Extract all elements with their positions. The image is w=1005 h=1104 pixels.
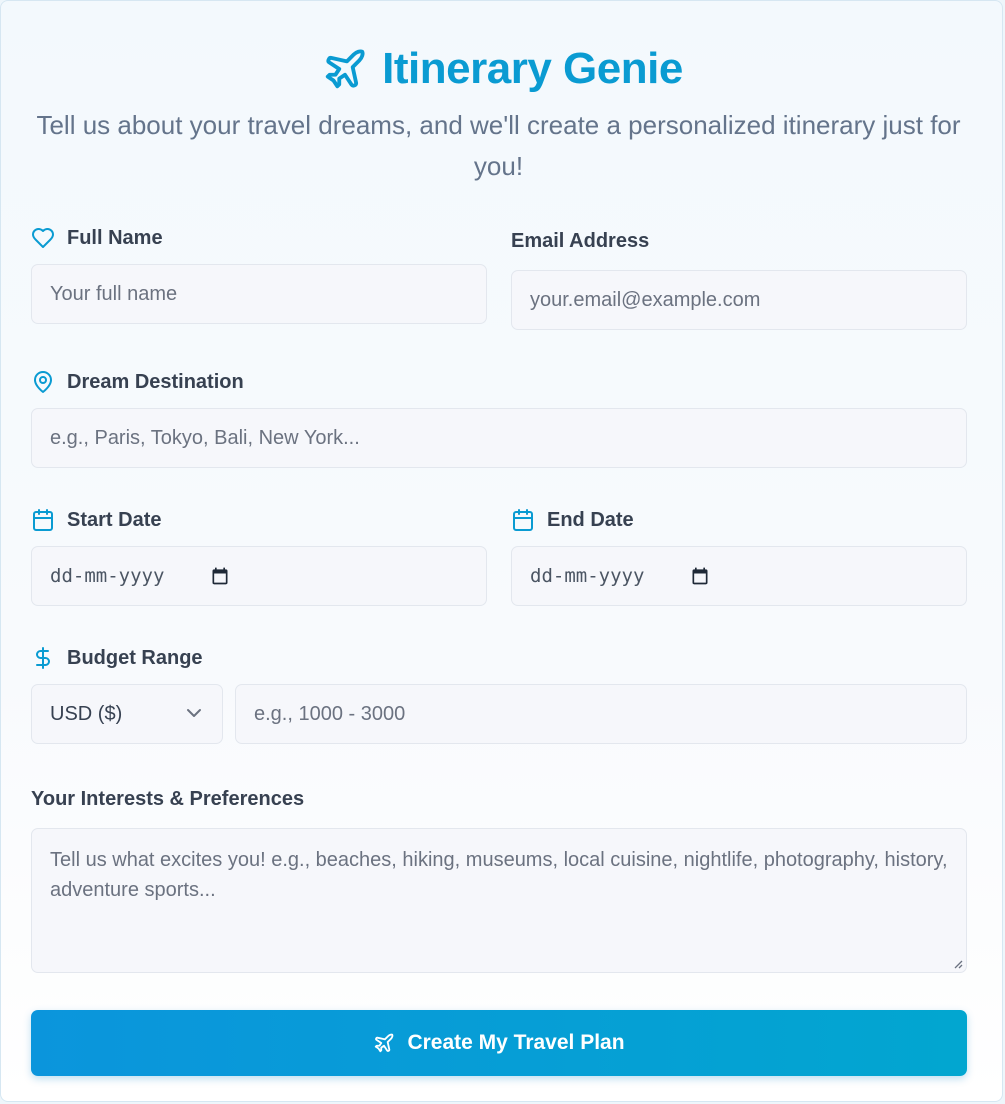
destination-placeholder: e.g., Paris, Tokyo, Bali, New York... [50, 426, 360, 449]
start-date-label: Start Date [31, 508, 161, 532]
full-name-label-text: Full Name [67, 226, 163, 249]
dollar-icon [36, 647, 50, 669]
email-label-text: Email Address [511, 230, 650, 252]
destination-label-text: Dream Destination [67, 370, 244, 393]
interests-label: Your Interests & Preferences [31, 788, 304, 811]
itinerary-form-card: Itinerary Genie Tell us about your trave… [0, 0, 1003, 1102]
currency-select[interactable]: USD ($) [31, 684, 223, 744]
plane-icon [375, 1033, 394, 1053]
full-name-label: Full Name [31, 226, 163, 250]
email-placeholder: your.email@example.com [530, 288, 761, 311]
plane-icon [326, 49, 365, 89]
budget-label: Budget Range [31, 646, 203, 670]
end-date-placeholder: dd-mm-yyyy [530, 565, 645, 587]
start-date-placeholder: dd-mm-yyyy [50, 565, 165, 587]
end-date-label: End Date [511, 508, 634, 532]
budget-amount-input[interactable]: e.g., 1000 - 3000 [235, 684, 967, 744]
create-travel-plan-button[interactable]: Create My Travel Plan [31, 1010, 967, 1076]
interests-placeholder: Tell us what excites you! e.g., beaches,… [50, 849, 948, 901]
email-label: Email Address [511, 230, 649, 253]
resize-handle-icon[interactable] [951, 957, 963, 969]
heart-icon [32, 228, 54, 248]
full-name-input[interactable]: Your full name [31, 264, 487, 324]
interests-textarea[interactable]: Tell us what excites you! e.g., beaches,… [31, 828, 967, 973]
destination-label: Dream Destination [31, 370, 244, 394]
map-pin-icon [34, 371, 52, 393]
interests-label-text: Your Interests & Preferences [31, 788, 305, 810]
calendar-picker-icon[interactable] [210, 566, 230, 586]
email-input[interactable]: your.email@example.com [511, 270, 967, 330]
full-name-placeholder: Your full name [50, 282, 178, 305]
calendar-picker-icon[interactable] [690, 566, 710, 586]
end-date-label-text: End Date [547, 508, 634, 531]
chevron-down-icon [187, 709, 201, 717]
budget-label-text: Budget Range [67, 646, 203, 669]
create-travel-plan-label: Create My Travel Plan [407, 1031, 625, 1054]
start-date-input[interactable]: dd-mm-yyyy [31, 546, 487, 606]
budget-amount-placeholder: e.g., 1000 - 3000 [254, 702, 406, 725]
page-title: Itinerary Genie [382, 44, 683, 93]
end-date-input[interactable]: dd-mm-yyyy [511, 546, 967, 606]
start-date-label-text: Start Date [67, 508, 162, 531]
calendar-icon [513, 509, 533, 531]
app-header: Itinerary Genie [1, 39, 1004, 99]
currency-selected-value: USD ($) [50, 702, 123, 725]
page-subtitle: Tell us about your travel dreams, and we… [36, 110, 961, 181]
destination-input[interactable]: e.g., Paris, Tokyo, Bali, New York... [31, 408, 967, 468]
calendar-icon [33, 509, 53, 531]
